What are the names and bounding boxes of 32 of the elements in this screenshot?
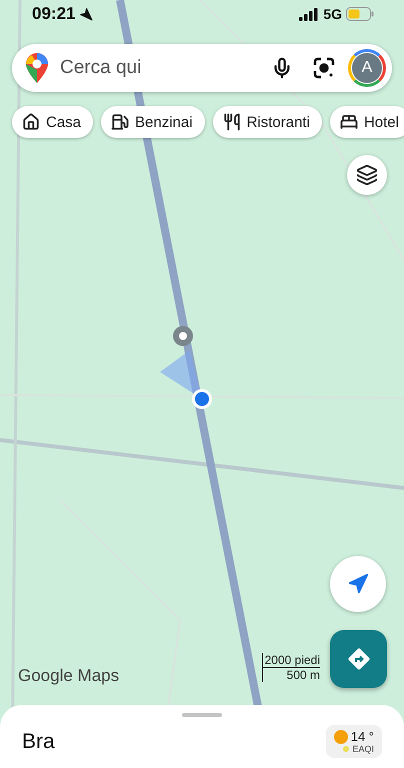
category-chip[interactable]: Hotel (330, 106, 404, 138)
map-pin-logo-icon (26, 53, 48, 83)
search-placeholder: Cerca qui (60, 57, 142, 79)
layers-icon (356, 164, 378, 186)
sun-icon (334, 730, 348, 744)
status-time: 09:21 (32, 4, 76, 24)
aqi-label: EAQI (352, 744, 374, 754)
place-pin-icon[interactable] (173, 326, 193, 346)
air-quality-dot-icon (343, 746, 350, 752)
navigation-arrow-icon (347, 573, 369, 595)
drag-handle[interactable] (182, 713, 222, 717)
signal-icon (299, 8, 320, 20)
bottom-sheet[interactable]: Bra 14 ° EAQI (0, 705, 404, 768)
category-chip[interactable]: Ristoranti (212, 106, 322, 138)
location-arrow-icon (79, 7, 94, 21)
place-title: Bra (22, 730, 56, 754)
directions-button[interactable] (330, 630, 387, 688)
network-label: 5G (323, 6, 342, 22)
current-location-icon (158, 349, 212, 409)
bed-icon (340, 113, 358, 131)
account-avatar[interactable]: A (348, 49, 386, 87)
temperature: 14 ° (350, 729, 374, 744)
weather-badge[interactable]: 14 ° EAQI (326, 725, 382, 758)
category-chip[interactable]: Benzinai (101, 106, 205, 138)
fork-knife-icon (222, 113, 241, 131)
home-icon (22, 113, 40, 131)
search-bar[interactable]: Cerca qui A (12, 44, 392, 92)
battery-icon (346, 7, 374, 21)
fuel-pump-icon (111, 113, 130, 131)
category-chip[interactable]: Casa (12, 106, 94, 138)
map-scale: 2000 piedi 500 m (262, 653, 320, 682)
map-logo: Google Maps (18, 666, 120, 686)
